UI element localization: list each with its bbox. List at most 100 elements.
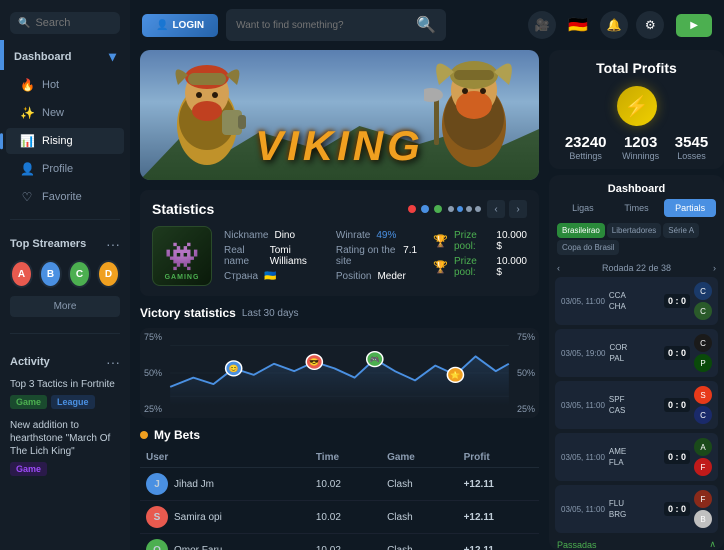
- svg-text:⭐: ⭐: [450, 370, 460, 380]
- tag-badge-league: League: [51, 395, 95, 409]
- match-row[interactable]: 03/05, 11:00 AME FLA 0 : 0 A F: [555, 433, 718, 481]
- next-arrow-button[interactable]: ›: [509, 200, 527, 218]
- statistics-title: Statistics: [152, 201, 214, 217]
- topbar-search-input[interactable]: [236, 20, 410, 31]
- team-logos: A F: [694, 438, 712, 476]
- monster-icon: 👾: [165, 240, 200, 273]
- winrate-label: Winrate: [336, 230, 370, 241]
- league-tab-serie-a[interactable]: Série A: [663, 223, 699, 238]
- avatar[interactable]: D: [97, 260, 120, 288]
- language-flag[interactable]: 🇩🇪: [564, 11, 592, 39]
- tab-partials[interactable]: Partials: [664, 199, 716, 217]
- col-profit: Profit: [458, 448, 539, 468]
- tab-ligas[interactable]: Ligas: [557, 199, 609, 217]
- trophy-icon: 🏆: [433, 234, 448, 248]
- dashboard-section-label: Dashboard ▾: [0, 48, 130, 71]
- sidebar-item-profile-label: Profile: [42, 163, 73, 175]
- avatar[interactable]: C: [68, 260, 91, 288]
- sports-tabs-header: Dashboard Ligas Times Partials Brasileir…: [549, 175, 724, 259]
- sidebar-item-favorite[interactable]: ♡ Favorite: [6, 184, 124, 210]
- hero-banner: VIKING: [140, 50, 539, 180]
- match-teams: CCA CHA: [609, 291, 660, 311]
- team-logo-2: P: [694, 354, 712, 372]
- team-abbr-right: FLA: [609, 458, 660, 467]
- position-row: Position Meder: [336, 271, 417, 282]
- team-logo-2: C: [694, 406, 712, 424]
- dashboard-expand-icon[interactable]: ▾: [109, 48, 116, 65]
- activity-item: Top 3 Tactics in Fortnite Game League: [10, 378, 120, 409]
- match-row[interactable]: 03/05, 11:00 CCA CHA 0 : 0 C C: [555, 277, 718, 325]
- position-value: Meder: [377, 271, 405, 282]
- sidebar-search-box[interactable]: 🔍: [10, 12, 120, 34]
- passadas-chevron[interactable]: ∧: [709, 539, 716, 550]
- match-row[interactable]: 03/05, 11:00 FLU BRG 0 : 0 F B: [555, 485, 718, 533]
- streamers-header: Top Streamers ···: [10, 236, 120, 252]
- realname-row: Real name Tomi Williams: [224, 245, 320, 267]
- green-action-button[interactable]: ▶: [676, 14, 712, 37]
- topbar-search-bar[interactable]: 🔍: [226, 9, 446, 41]
- chart-labels-right: 75% 50% 25%: [513, 328, 539, 418]
- avatar[interactable]: B: [39, 260, 62, 288]
- activity-tags: Game League: [10, 395, 120, 409]
- activity-more-dots[interactable]: ···: [106, 354, 120, 370]
- hero-character-right: [424, 50, 524, 180]
- notification-bell-btn[interactable]: 🔔: [600, 11, 628, 39]
- match-row[interactable]: 03/05, 19:00 COR PAL 0 : 0 C P: [555, 329, 718, 377]
- passadas-text: Passadas: [557, 540, 597, 550]
- chart-label-75: 75%: [144, 332, 162, 342]
- search-icon: 🔍: [18, 18, 30, 29]
- match-row[interactable]: 03/05, 11:00 SPF CAS 0 : 0 S C: [555, 381, 718, 429]
- bets-table-header-row: User Time Game Profit: [140, 448, 539, 468]
- match-teams: COR PAL: [609, 343, 660, 363]
- sidebar-item-profile[interactable]: 👤 Profile: [6, 156, 124, 182]
- team-abbr-left: CCA: [609, 291, 660, 300]
- streamers-avatars: A B C D: [10, 260, 120, 288]
- prize-item-2: 🏆 Prize pool: 10.000 $: [433, 256, 527, 278]
- nickname-row: Nickname Dino: [224, 230, 320, 241]
- sidebar-search-input[interactable]: [35, 17, 112, 29]
- team-abbr-left: SPF: [609, 395, 660, 404]
- tag-badge-game2: Game: [10, 462, 47, 476]
- team-abbr-right: BRG: [609, 510, 660, 519]
- round-arrow-prev[interactable]: ‹: [557, 263, 560, 273]
- video-icon-btn[interactable]: 🎥: [528, 11, 556, 39]
- team-logos: C P: [694, 334, 712, 372]
- chart-area: 75% 50% 25% 75% 50% 25%: [140, 328, 539, 418]
- svg-text:😎: 😎: [309, 358, 319, 367]
- prize-pool: 🏆 Prize pool: 10.000 $ 🏆 Prize pool: 10.…: [433, 230, 527, 282]
- avatar[interactable]: A: [10, 260, 33, 288]
- match-score: 0 : 0: [664, 398, 690, 412]
- bet-time: 10.02: [310, 534, 381, 550]
- prize-value-1: 10.000 $: [496, 230, 527, 252]
- league-tabs: Brasileirao Libertadores Série A Copa do…: [557, 223, 716, 255]
- sidebar-item-rising[interactable]: 📊 Rising: [6, 128, 124, 154]
- country-row: Страна 🇺🇦: [224, 271, 320, 282]
- league-tab-copa[interactable]: Copa do Brasil: [557, 240, 619, 255]
- match-teams: AME FLA: [609, 447, 660, 467]
- sidebar-item-new[interactable]: ✨ New: [6, 100, 124, 126]
- matches-scroll[interactable]: ‹ Rodada 22 de 38 › 03/05, 11:00 CCA CHA…: [549, 259, 724, 550]
- user-avatar: S: [146, 506, 168, 528]
- profits-card: Total Profits ⚡ 23240 Bettings 1203 Winn…: [549, 50, 724, 169]
- streamers-more-dots[interactable]: ···: [106, 236, 120, 252]
- match-time: 03/05, 19:00: [561, 349, 605, 358]
- victory-title-group: Victory statistics Last 30 days: [140, 306, 299, 320]
- sidebar-item-hot[interactable]: 🔥 Hot: [6, 72, 124, 98]
- round-arrow-next[interactable]: ›: [713, 263, 716, 273]
- bets-table-body: J Jihad Jm 10.02 Clash +12.11 S Samira o…: [140, 468, 539, 550]
- login-button[interactable]: 👤 LOGIN: [142, 14, 218, 37]
- more-streamers-button[interactable]: More: [10, 296, 120, 317]
- col-game: Game: [381, 448, 458, 468]
- settings-gear-btn[interactable]: ⚙: [636, 11, 664, 39]
- prize-label-2: Prize pool:: [454, 256, 490, 278]
- activity-tags: Game: [10, 462, 120, 476]
- tab-times[interactable]: Times: [611, 199, 663, 217]
- league-tab-brasileirao[interactable]: Brasileirao: [557, 223, 605, 238]
- prev-arrow-button[interactable]: ‹: [487, 200, 505, 218]
- team-logo-1: F: [694, 490, 712, 508]
- league-tab-libertadores[interactable]: Libertadores: [607, 223, 661, 238]
- match-score: 0 : 0: [664, 502, 690, 516]
- trophy-icon-2: 🏆: [433, 260, 448, 274]
- bet-time: 10.02: [310, 468, 381, 501]
- statistics-header: Statistics: [152, 200, 527, 218]
